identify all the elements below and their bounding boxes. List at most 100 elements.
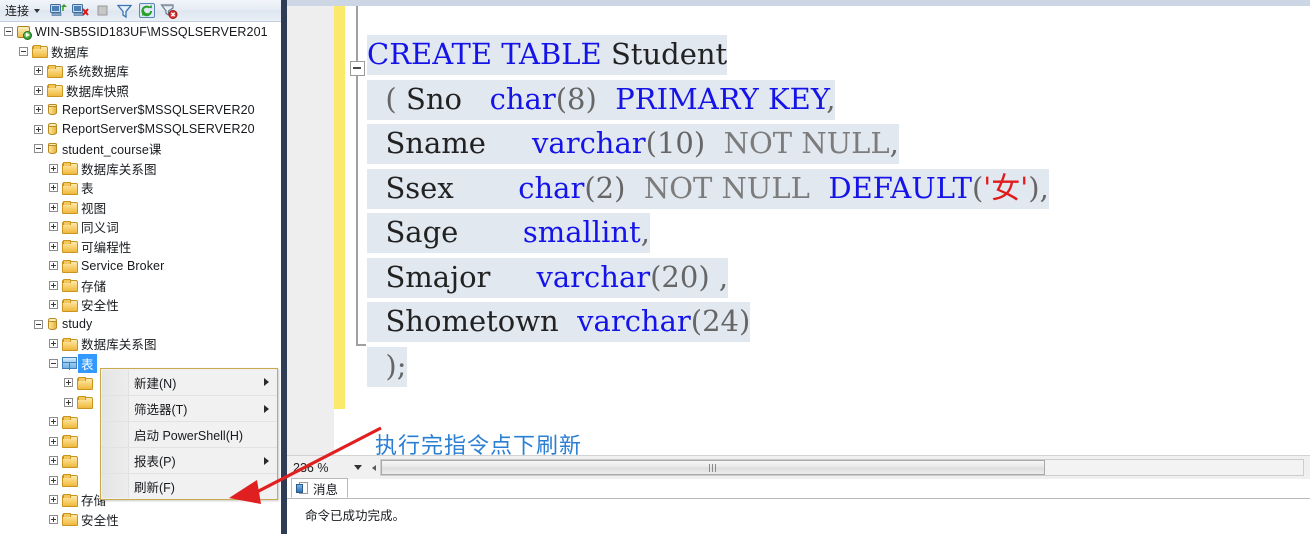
tree-node[interactable]: 同义词 bbox=[0, 217, 281, 237]
context-menu-item-start-powershell[interactable]: 启动 PowerShell(H) bbox=[101, 421, 277, 447]
tree-node[interactable]: 数据库关系图 bbox=[0, 159, 281, 179]
code-token: Sage bbox=[385, 215, 523, 249]
collapse-icon[interactable] bbox=[4, 27, 13, 37]
disconnect-object-explorer-icon[interactable] bbox=[70, 1, 91, 21]
context-menu-item-label: 刷新(F) bbox=[134, 481, 175, 495]
scrollbar-grip-icon bbox=[709, 463, 717, 472]
tree-node-icon bbox=[62, 415, 78, 429]
sql-code-text[interactable]: CREATE TABLE Student ( Sno char(8) PRIMA… bbox=[367, 32, 1049, 388]
expand-icon[interactable] bbox=[49, 417, 58, 427]
tree-node[interactable]: 安全性 bbox=[0, 295, 281, 315]
zoom-dropdown-icon[interactable] bbox=[349, 465, 367, 470]
tree-node[interactable]: 表 bbox=[0, 178, 281, 198]
tree-node[interactable]: 安全性 bbox=[0, 510, 281, 530]
code-token: , bbox=[889, 126, 899, 160]
messages-icon bbox=[296, 481, 309, 495]
filter-icon[interactable] bbox=[114, 1, 135, 21]
collapse-icon[interactable] bbox=[19, 46, 28, 56]
expand-icon[interactable] bbox=[34, 105, 43, 115]
tab-messages[interactable]: 消息 bbox=[291, 478, 349, 498]
context-menu[interactable]: 新建(N) 筛选器(T) 启动 PowerShell(H) 报表(P) 刷新(F… bbox=[100, 368, 278, 500]
code-line: Shometown varchar(24) bbox=[367, 299, 1049, 344]
folder-icon bbox=[62, 513, 78, 527]
tree-node[interactable]: WIN-SB5SID183UF\MSSQLSERVER201 bbox=[0, 22, 281, 42]
tree-node[interactable]: 系统数据库 bbox=[0, 61, 281, 81]
expand-icon[interactable] bbox=[34, 85, 43, 95]
tree-node[interactable]: 视图 bbox=[0, 198, 281, 218]
context-menu-item-new[interactable]: 新建(N) bbox=[101, 369, 277, 395]
expand-icon[interactable] bbox=[64, 378, 73, 388]
tree-node[interactable]: 数据库快照 bbox=[0, 81, 281, 101]
expand-icon[interactable] bbox=[49, 261, 58, 271]
tree-node[interactable]: 可编程性 bbox=[0, 237, 281, 257]
expand-icon[interactable] bbox=[64, 397, 73, 407]
collapse-icon[interactable] bbox=[34, 319, 43, 329]
tree-node[interactable]: 存储 bbox=[0, 276, 281, 296]
code-token: ); bbox=[367, 348, 407, 383]
collapse-region-icon[interactable] bbox=[350, 61, 365, 76]
expand-icon[interactable] bbox=[34, 66, 43, 76]
expand-icon[interactable] bbox=[49, 436, 58, 446]
tree-node-icon bbox=[47, 64, 63, 78]
expand-icon[interactable] bbox=[49, 300, 58, 310]
tree-node[interactable]: 数据库关系图 bbox=[0, 334, 281, 354]
expand-icon[interactable] bbox=[49, 183, 58, 193]
expand-icon[interactable] bbox=[49, 475, 58, 485]
collapse-icon[interactable] bbox=[49, 358, 58, 368]
sql-editor[interactable]: CREATE TABLE Student ( Sno char(8) PRIMA… bbox=[287, 6, 1310, 455]
expand-icon[interactable] bbox=[49, 514, 58, 524]
code-line: ( Sno char(8) PRIMARY KEY, bbox=[367, 77, 1049, 122]
blue-annotation-text: 执行完指令点下刷新 bbox=[375, 434, 583, 459]
expand-icon[interactable] bbox=[34, 124, 43, 134]
tree-node[interactable]: ReportServer$MSSQLSERVER20 bbox=[0, 100, 281, 120]
folder-icon bbox=[47, 64, 63, 78]
tree-node[interactable]: Service Broker bbox=[0, 256, 281, 276]
tree-node-icon bbox=[47, 103, 58, 116]
tree-node-label: 视图 bbox=[81, 201, 107, 216]
server-icon bbox=[17, 25, 32, 40]
panel-splitter[interactable] bbox=[281, 0, 287, 534]
refresh-icon[interactable] bbox=[136, 1, 157, 21]
zoom-level-value[interactable]: 236 % bbox=[287, 461, 349, 475]
code-token: (24) bbox=[690, 304, 751, 338]
expand-icon[interactable] bbox=[49, 280, 58, 290]
context-menu-item-reports[interactable]: 报表(P) bbox=[101, 447, 277, 473]
stop-glyph bbox=[97, 5, 108, 16]
code-token: ( bbox=[367, 81, 406, 116]
scrollbar-track[interactable] bbox=[380, 459, 1304, 476]
context-menu-item-filter[interactable]: 筛选器(T) bbox=[101, 395, 277, 421]
connect-glyph bbox=[50, 4, 68, 16]
chevron-down-icon bbox=[34, 9, 41, 13]
expand-icon[interactable] bbox=[49, 339, 58, 349]
tree-node[interactable]: 数据库 bbox=[0, 42, 281, 62]
tree-node-label: student_course课 bbox=[62, 143, 162, 158]
code-token: DEFAULT bbox=[828, 170, 972, 205]
expand-icon[interactable] bbox=[49, 456, 58, 466]
tree-node[interactable]: ReportServer$MSSQLSERVER20 bbox=[0, 120, 281, 140]
tree-node-label: 安全性 bbox=[81, 513, 119, 528]
tree-node-label: WIN-SB5SID183UF\MSSQLSERVER201 bbox=[35, 24, 268, 39]
expand-icon[interactable] bbox=[49, 222, 58, 232]
scroll-left-arrow-icon[interactable] bbox=[367, 459, 380, 476]
tree-node[interactable]: study bbox=[0, 315, 281, 335]
horizontal-scrollbar[interactable] bbox=[367, 459, 1304, 477]
stop-icon[interactable] bbox=[92, 1, 113, 21]
expand-icon[interactable] bbox=[49, 495, 58, 505]
connect-object-explorer-icon[interactable] bbox=[48, 1, 69, 21]
expand-icon[interactable] bbox=[49, 163, 58, 173]
tree-node[interactable]: student_course课 bbox=[0, 139, 281, 159]
results-pane: 消息 命令已成功完成。 bbox=[287, 478, 1310, 534]
connect-label: 连接 bbox=[5, 3, 30, 18]
expand-icon[interactable] bbox=[49, 241, 58, 251]
folder-icon bbox=[62, 435, 78, 449]
context-menu-item-refresh[interactable]: 刷新(F) bbox=[101, 473, 277, 499]
expand-icon[interactable] bbox=[49, 202, 58, 212]
collapse-icon[interactable] bbox=[34, 144, 43, 154]
remove-filter-icon[interactable] bbox=[158, 1, 179, 21]
connect-dropdown-button[interactable]: 连接 bbox=[3, 1, 43, 21]
folder-icon bbox=[77, 396, 93, 410]
messages-text: 命令已成功完成。 bbox=[305, 509, 406, 523]
scrollbar-thumb[interactable] bbox=[381, 460, 1045, 475]
